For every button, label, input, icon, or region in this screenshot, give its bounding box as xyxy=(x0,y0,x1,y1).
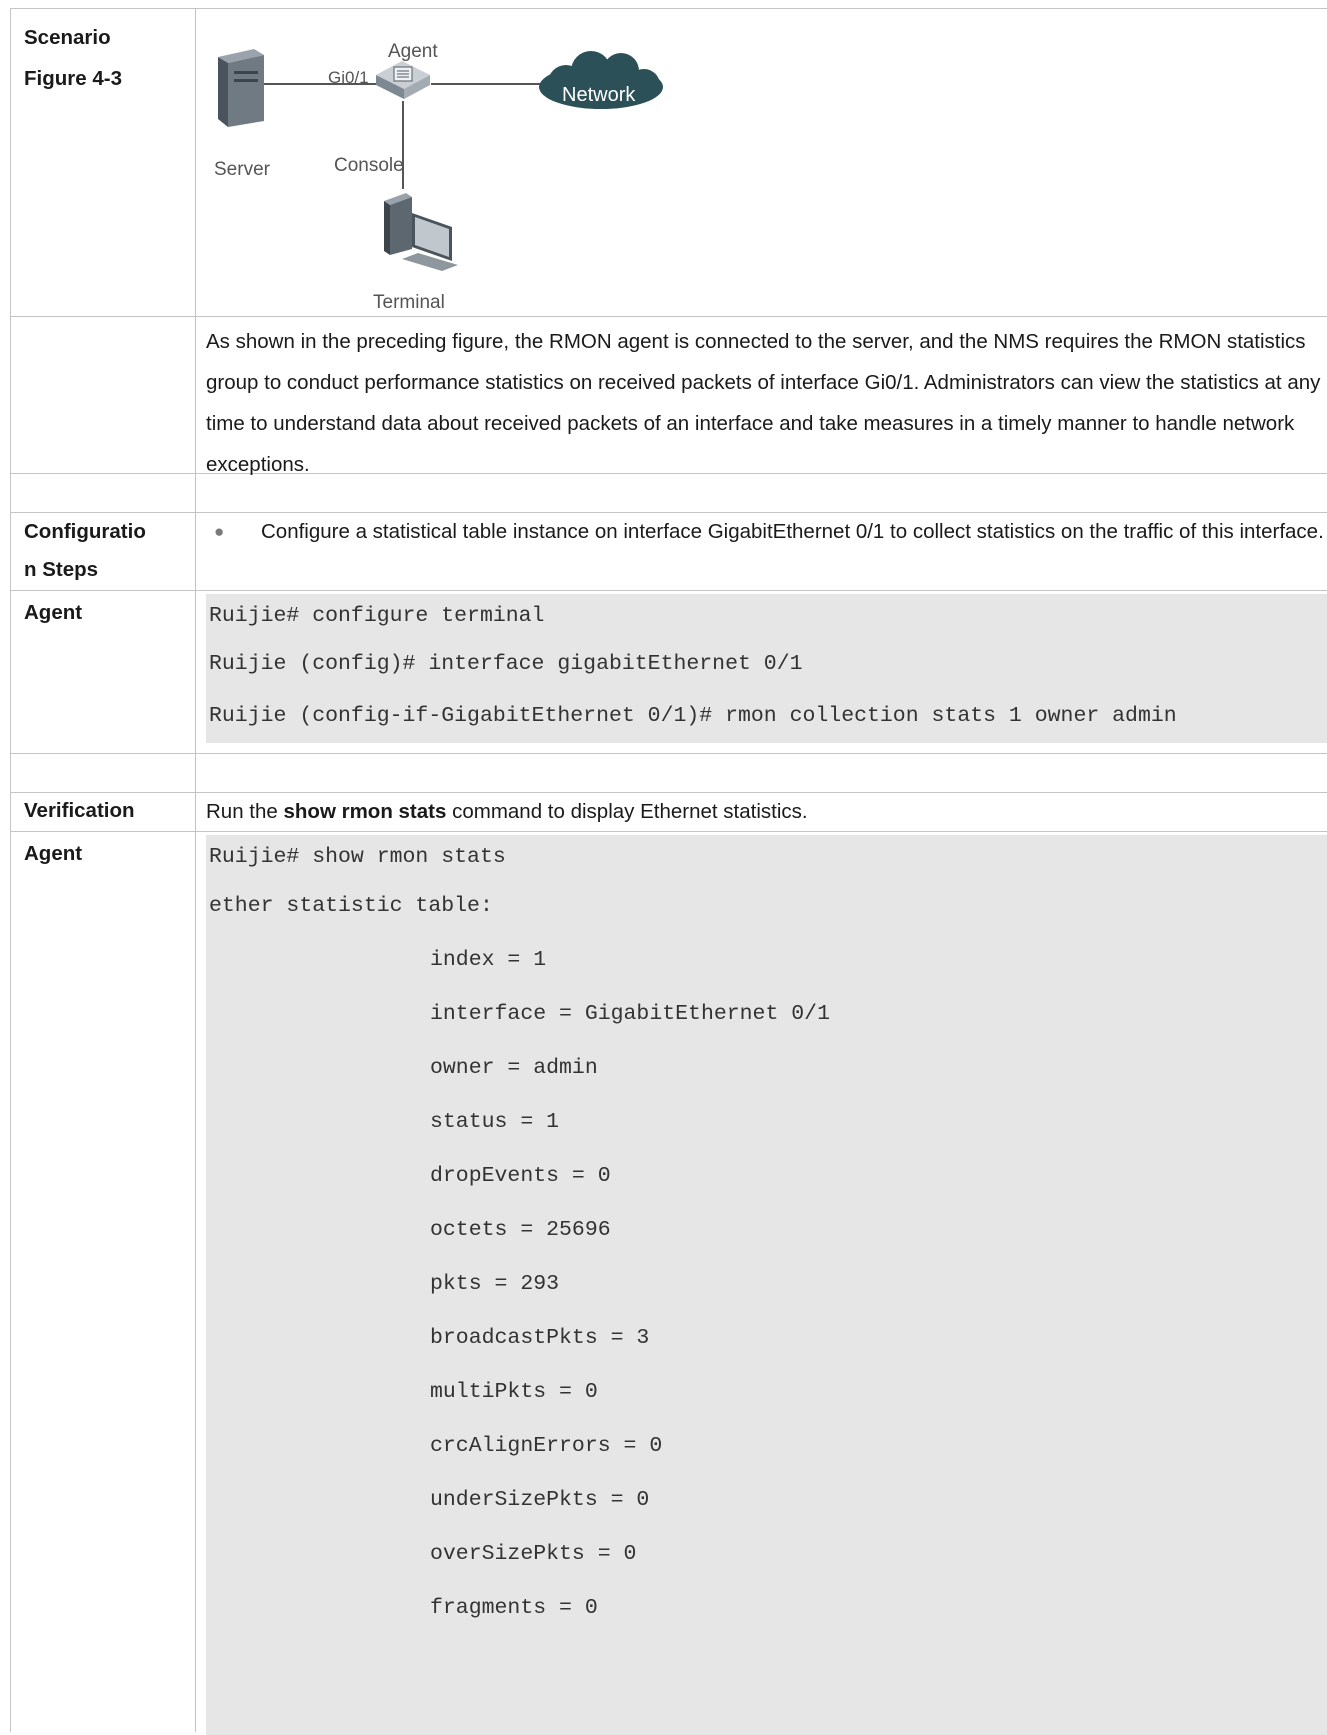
scenario-description: As shown in the preceding figure, the RM… xyxy=(206,330,1321,476)
spacer-label xyxy=(10,474,196,512)
code-line: Ruijie# show rmon stats xyxy=(209,845,506,869)
verification-text-post: command to display Ethernet statistics. xyxy=(446,800,808,823)
figure-number: Figure 4-3 xyxy=(24,67,122,90)
config-code-block: Ruijie# configure terminal Ruijie (confi… xyxy=(206,594,1327,743)
stat-line: overSizePkts = 0 xyxy=(430,1542,637,1566)
stat-line: fragments = 0 xyxy=(430,1596,598,1620)
agent-output-label: Agent xyxy=(10,832,196,1732)
config-example-table: Scenario Figure 4-3 Agent Gi0/1 Network … xyxy=(10,8,1327,1735)
config-steps-label-line1: Configuratio xyxy=(24,520,146,543)
console-label: Console xyxy=(334,155,404,176)
stat-line: interface = GigabitEthernet 0/1 xyxy=(430,1002,830,1026)
spacer-cell-2 xyxy=(196,754,1327,792)
terminal-pc-icon xyxy=(384,193,458,271)
code-line: Ruijie (config-if-GigabitEthernet 0/1)# … xyxy=(209,704,1177,728)
description-cell: As shown in the preceding figure, the RM… xyxy=(196,317,1327,476)
config-steps-label: Configuratio n Steps xyxy=(10,513,196,590)
agent-output-row: Agent Ruijie# show rmon stats ether stat… xyxy=(10,832,1327,1735)
stat-line: multiPkts = 0 xyxy=(430,1380,598,1404)
agent-config-cell: Ruijie# configure terminal Ruijie (confi… xyxy=(196,591,1327,753)
config-steps-row: Configuratio n Steps ● Configure a stati… xyxy=(10,513,1327,591)
network-label: Network xyxy=(562,84,636,106)
stat-line: owner = admin xyxy=(430,1056,598,1080)
code-line: Ruijie (config)# interface gigabitEthern… xyxy=(209,652,803,676)
terminal-label: Terminal xyxy=(373,292,445,313)
scenario-row: Scenario Figure 4-3 Agent Gi0/1 Network … xyxy=(10,9,1327,317)
spacer-label-2 xyxy=(10,754,196,792)
scenario-figure-cell: Agent Gi0/1 Network Server Console Termi… xyxy=(196,9,1327,316)
stat-line: pkts = 293 xyxy=(430,1272,560,1296)
stat-line: index = 1 xyxy=(430,948,547,972)
agent-config-row: Agent Ruijie# configure terminal Ruijie … xyxy=(10,591,1327,754)
config-steps-label-line2: n Steps xyxy=(24,558,99,581)
verification-label: Verification xyxy=(10,793,196,831)
verification-command: show rmon stats xyxy=(283,800,447,823)
topology-diagram xyxy=(218,49,663,271)
verification-row: Verification Run the show rmon stats com… xyxy=(10,793,1327,832)
scenario-label: Scenario Figure 4-3 xyxy=(10,9,196,316)
description-row: As shown in the preceding figure, the RM… xyxy=(10,317,1327,476)
code-line: Ruijie# configure terminal xyxy=(209,604,545,628)
spacer-cell xyxy=(196,474,1327,512)
agent-output-cell: Ruijie# show rmon stats ether statistic … xyxy=(196,832,1327,1735)
topology-figure: Agent Gi0/1 Network Server Console Termi… xyxy=(206,9,1327,331)
port-label: Gi0/1 xyxy=(328,68,369,87)
bullet-text: Configure a statistical table instance o… xyxy=(261,520,1324,543)
stat-line: broadcastPkts = 3 xyxy=(430,1326,650,1350)
server-icon xyxy=(218,49,264,127)
spacer-row-2 xyxy=(10,754,1327,793)
agent-config-label: Agent xyxy=(10,591,196,753)
verification-cell: Run the show rmon stats command to displ… xyxy=(196,793,1327,831)
scenario-title: Scenario xyxy=(24,26,111,49)
bullet-icon: ● xyxy=(214,522,225,541)
server-label: Server xyxy=(214,159,270,180)
stat-line: dropEvents = 0 xyxy=(430,1164,611,1188)
config-steps-cell: ● Configure a statistical table instance… xyxy=(196,513,1327,590)
output-code-block: Ruijie# show rmon stats ether statistic … xyxy=(206,835,1327,1735)
stat-line: underSizePkts = 0 xyxy=(430,1488,650,1512)
agent-label: Agent xyxy=(388,41,438,62)
stat-line: octets = 25696 xyxy=(430,1218,611,1242)
description-label xyxy=(10,317,196,473)
spacer-row xyxy=(10,474,1327,513)
code-line: ether statistic table: xyxy=(209,894,493,918)
verification-text-pre: Run the xyxy=(206,800,284,823)
stat-line: crcAlignErrors = 0 xyxy=(430,1434,663,1458)
bullet-item: ● Configure a statistical table instance… xyxy=(206,513,1327,551)
stat-line: status = 1 xyxy=(430,1110,560,1134)
